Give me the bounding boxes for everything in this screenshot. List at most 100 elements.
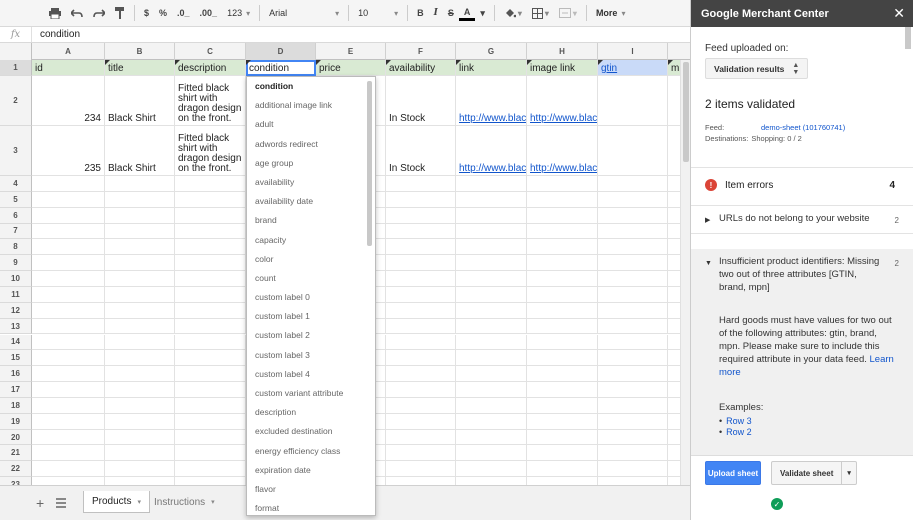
all-sheets-icon[interactable] (56, 498, 66, 508)
grid-cell[interactable] (456, 445, 527, 462)
grid-cell[interactable] (527, 318, 598, 335)
sidebar-scrollbar[interactable] (904, 27, 912, 455)
grid-cell[interactable] (105, 239, 175, 256)
row-header-23[interactable]: 23 (0, 477, 32, 485)
grid-cell[interactable] (175, 207, 246, 224)
grid-cell[interactable] (105, 334, 175, 351)
grid-cell[interactable] (456, 191, 527, 208)
example-row-link[interactable]: Row 2 (719, 427, 899, 438)
grid-cell[interactable] (105, 302, 175, 319)
grid-cell[interactable] (598, 350, 668, 367)
issue-urls[interactable]: ▶ URLs do not belong to your website 2 (691, 205, 913, 234)
caret-down-icon[interactable]: ▾ (841, 462, 856, 484)
grid-cell[interactable] (456, 302, 527, 319)
grid-cell[interactable] (175, 302, 246, 319)
dropdown-option[interactable]: condition (247, 77, 375, 96)
dropdown-option[interactable]: custom label 3 (247, 346, 375, 365)
grid-cell[interactable] (32, 429, 105, 446)
grid-cell[interactable] (527, 429, 598, 446)
grid-cell[interactable] (175, 255, 246, 272)
grid-cell[interactable] (105, 429, 175, 446)
caret-down-icon[interactable]: ▾ (475, 2, 490, 24)
grid-cell[interactable] (598, 286, 668, 303)
grid-cell[interactable] (175, 477, 246, 485)
grid-cell[interactable] (527, 286, 598, 303)
grid-cell[interactable] (105, 461, 175, 478)
grid-cell[interactable] (527, 445, 598, 462)
row-header-13[interactable]: 13 (0, 318, 32, 335)
dropdown-option[interactable]: availability (247, 173, 375, 192)
grid-cell[interactable] (527, 382, 598, 398)
grid-cell[interactable] (105, 271, 175, 287)
grid-cell[interactable] (386, 350, 456, 367)
row-header-1[interactable]: 1 (0, 60, 32, 76)
grid-cell[interactable] (105, 382, 175, 398)
grid-cell[interactable] (105, 477, 175, 485)
grid-cell[interactable] (456, 382, 527, 398)
grid-cell[interactable] (456, 207, 527, 224)
grid-cell[interactable] (598, 207, 668, 224)
dropdown-option[interactable]: custom label 2 (247, 326, 375, 345)
dropdown-option[interactable]: custom label 4 (247, 365, 375, 384)
grid-cell[interactable] (386, 445, 456, 462)
grid-cell[interactable] (32, 223, 105, 240)
row-header-5[interactable]: 5 (0, 191, 32, 208)
print-icon[interactable] (44, 2, 66, 24)
italic-button[interactable]: I (429, 2, 443, 24)
row-header-11[interactable]: 11 (0, 286, 32, 303)
row-header-4[interactable]: 4 (0, 176, 32, 192)
row-header-15[interactable]: 15 (0, 350, 32, 367)
tab-products[interactable]: Products ▾ (83, 491, 150, 513)
dropdown-option[interactable]: custom variant attribute (247, 384, 375, 403)
font-family-dropdown[interactable]: Arial ▾ (264, 2, 344, 24)
row-header-10[interactable]: 10 (0, 271, 32, 287)
grid-cell[interactable] (598, 382, 668, 398)
grid-cell[interactable] (386, 461, 456, 478)
grid-cell[interactable] (175, 382, 246, 398)
grid-cell[interactable] (175, 366, 246, 383)
grid-cell[interactable] (598, 271, 668, 287)
grid-cell[interactable] (598, 461, 668, 478)
grid-cell[interactable] (32, 366, 105, 383)
grid-cell[interactable] (32, 318, 105, 335)
grid-cell[interactable] (598, 477, 668, 485)
grid-cell[interactable] (527, 461, 598, 478)
dropdown-option[interactable]: adwords redirect (247, 135, 375, 154)
column-header-b[interactable]: B (105, 43, 175, 60)
formula-input[interactable]: condition (32, 29, 80, 40)
grid-cell[interactable] (175, 271, 246, 287)
grid-cell[interactable] (598, 302, 668, 319)
decrease-decimal-button[interactable]: .0_ (172, 2, 195, 24)
grid-cell[interactable] (32, 302, 105, 319)
dropdown-option[interactable]: adult (247, 115, 375, 134)
grid-cell[interactable] (386, 429, 456, 446)
grid-cell[interactable] (456, 223, 527, 240)
row-header-20[interactable]: 20 (0, 429, 32, 446)
dropdown-option[interactable]: age group (247, 154, 375, 173)
grid-cell[interactable] (527, 239, 598, 256)
issue-identifiers[interactable]: ▼ Insufficient product identifiers: Miss… (691, 249, 913, 455)
dropdown-option[interactable]: flavor (247, 480, 375, 499)
grid-cell[interactable] (105, 176, 175, 192)
grid-cell[interactable] (386, 477, 456, 485)
dropdown-option[interactable]: format (247, 499, 375, 515)
grid-cell[interactable] (456, 429, 527, 446)
data-cell-image-link[interactable]: http://www.blacl (527, 76, 598, 126)
grid-cell[interactable] (598, 397, 668, 414)
grid-cell[interactable] (105, 191, 175, 208)
grid-cell[interactable] (527, 207, 598, 224)
grid-cell[interactable] (386, 207, 456, 224)
grid-cell[interactable] (32, 350, 105, 367)
header-cell-link[interactable]: link (456, 60, 527, 76)
close-icon[interactable]: ✕ (893, 5, 905, 22)
column-header-i[interactable]: I (598, 43, 668, 60)
column-header-f[interactable]: F (386, 43, 456, 60)
add-sheet-button[interactable]: + (36, 495, 44, 511)
grid-cell[interactable] (386, 286, 456, 303)
header-cell-description[interactable]: description (175, 60, 246, 76)
grid-cell[interactable] (386, 176, 456, 192)
data-cell-description[interactable]: Fitted black shirt with dragon design on… (175, 76, 246, 126)
results-select[interactable]: Validation results ▲ ▼ (705, 58, 809, 79)
row-header-9[interactable]: 9 (0, 255, 32, 272)
grid-cell[interactable] (598, 318, 668, 335)
